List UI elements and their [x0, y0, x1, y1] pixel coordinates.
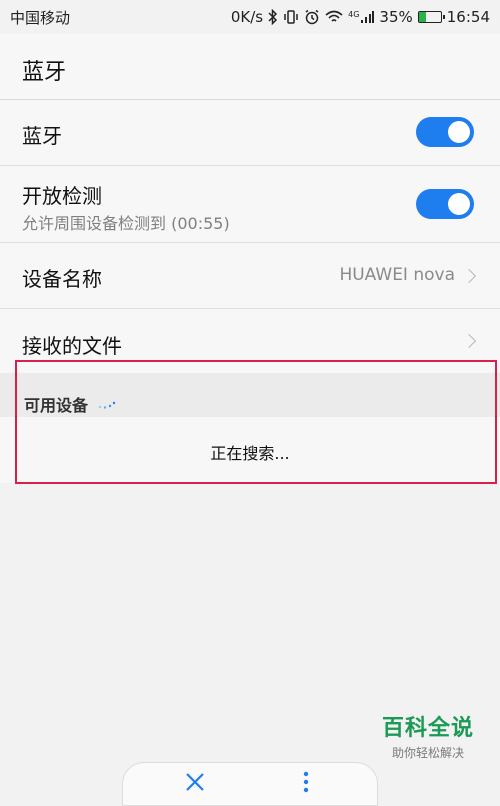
battery-level — [418, 12, 427, 22]
close-button[interactable] — [178, 767, 212, 797]
signal-icon: 4G — [348, 10, 375, 24]
chevron-right-icon — [461, 333, 477, 349]
page-title: 蓝牙 — [22, 60, 67, 85]
status-icons: 0K/s 4G 35% 16:54 — [231, 8, 490, 26]
watermark-logo: 百科全说 助你轻松解决 — [382, 710, 474, 761]
settings-list: 蓝牙 开放检测 允许周围设备检测到 (00:55) 设备名称 HUAWEI no… — [0, 100, 500, 373]
discoverable-subtitle: 允许周围设备检测到 (00:55) — [22, 214, 230, 233]
loading-spinner-icon — [98, 401, 116, 409]
device-name-value: HUAWEI nova — [339, 265, 455, 285]
more-vertical-icon — [303, 771, 309, 793]
wifi-icon — [325, 10, 343, 24]
received-files-row[interactable]: 接收的文件 — [0, 309, 500, 373]
more-options-button[interactable] — [289, 767, 323, 797]
available-devices-header: 可用设备 — [0, 373, 500, 417]
discoverable-toggle[interactable] — [416, 189, 474, 219]
carrier-label: 中国移动 — [10, 8, 71, 27]
status-time: 16:54 — [446, 8, 490, 26]
device-name-row[interactable]: 设备名称 HUAWEI nova — [0, 243, 500, 309]
toggle-knob — [448, 193, 470, 215]
bluetooth-toggle[interactable] — [416, 117, 474, 147]
discoverable-label: 开放检测 — [22, 184, 102, 208]
network-type: 4G — [348, 10, 360, 19]
battery-percent: 35% — [379, 8, 413, 26]
device-name-label: 设备名称 — [22, 267, 102, 291]
status-bar: 中国移动 0K/s 4G 35% 16:54 — [0, 0, 500, 34]
discoverable-row[interactable]: 开放检测 允许周围设备检测到 (00:55) — [0, 166, 500, 243]
toggle-knob — [448, 121, 470, 143]
bottom-action-bar — [122, 762, 378, 806]
bluetooth-icon — [268, 9, 278, 25]
net-speed: 0K/s — [230, 8, 264, 26]
available-devices-title: 可用设备 — [24, 396, 89, 415]
received-files-label: 接收的文件 — [22, 334, 122, 358]
searching-status: 正在搜索... — [210, 444, 290, 463]
chevron-right-icon — [461, 268, 477, 284]
alarm-icon — [304, 9, 320, 25]
watermark-title: 百科全说 — [381, 716, 474, 741]
vibrate-icon — [283, 9, 299, 25]
watermark-subtitle: 助你轻松解决 — [391, 746, 464, 760]
app-header: 蓝牙 — [0, 34, 500, 100]
battery-icon — [417, 11, 445, 23]
bluetooth-label: 蓝牙 — [22, 124, 62, 148]
bluetooth-row[interactable]: 蓝牙 — [0, 100, 500, 166]
device-search-area: 正在搜索... — [0, 417, 500, 483]
